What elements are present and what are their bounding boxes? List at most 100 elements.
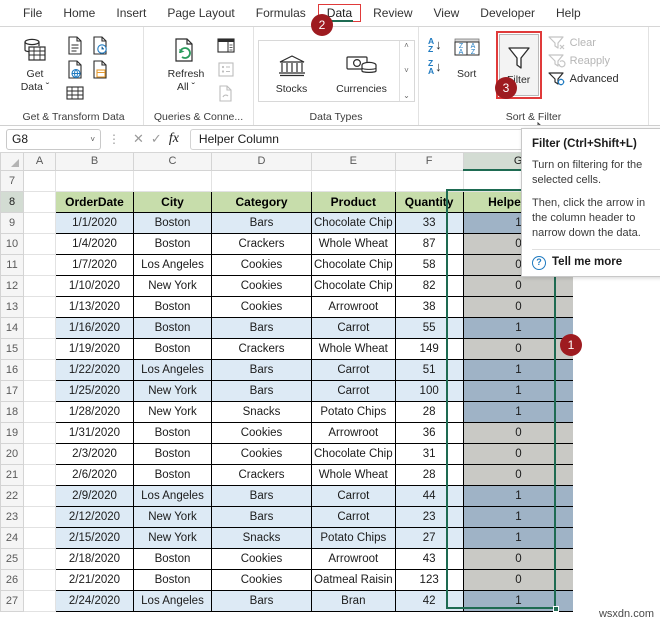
cell-B24[interactable]: 2/15/2020	[55, 526, 134, 549]
formula-bar-grip[interactable]: ⋮	[106, 132, 122, 146]
cell-B16[interactable]: 1/22/2020	[55, 358, 134, 381]
cell-D24[interactable]: Snacks	[211, 526, 312, 549]
cell-B10[interactable]: 1/4/2020	[55, 232, 134, 255]
cell-A15[interactable]	[23, 337, 56, 360]
row-header-27[interactable]: 27	[0, 589, 24, 612]
cell-F15[interactable]: 149	[394, 337, 464, 360]
cell-B13[interactable]: 1/13/2020	[55, 295, 134, 318]
cell-E14[interactable]: Carrot	[311, 316, 396, 339]
cell-A8[interactable]	[23, 190, 56, 213]
queries-and-connections-pane-button[interactable]	[215, 34, 237, 56]
data-types-scrollbar[interactable]: ˄ ˅ ⌄	[398, 41, 414, 101]
cell-B7[interactable]	[55, 169, 134, 192]
cell-C22[interactable]: Los Angeles	[133, 484, 212, 507]
cell-B17[interactable]: 1/25/2020	[55, 379, 134, 402]
cell-G16[interactable]: 1	[463, 358, 574, 381]
advanced-filter-button[interactable]: Advanced	[548, 71, 619, 86]
ribbon-tab-insert[interactable]: Insert	[107, 3, 155, 23]
cell-E23[interactable]: Carrot	[311, 505, 396, 528]
table-header-cell-C8[interactable]: City	[133, 190, 212, 213]
cell-E20[interactable]: Chocolate Chip	[311, 442, 396, 465]
row-header-16[interactable]: 16	[0, 358, 24, 381]
cell-D16[interactable]: Bars	[211, 358, 312, 381]
selection-fill-handle[interactable]	[553, 606, 559, 612]
cell-A25[interactable]	[23, 547, 56, 570]
cell-A18[interactable]	[23, 400, 56, 423]
cell-A16[interactable]	[23, 358, 56, 381]
row-header-20[interactable]: 20	[0, 442, 24, 465]
gallery-scroll-down-icon[interactable]: ˅	[404, 67, 409, 75]
cell-C18[interactable]: New York	[133, 400, 212, 423]
cell-C26[interactable]: Boston	[133, 568, 212, 591]
cell-B23[interactable]: 2/12/2020	[55, 505, 134, 528]
cell-E19[interactable]: Arrowroot	[311, 421, 396, 444]
cell-E17[interactable]: Carrot	[311, 379, 396, 402]
cell-D10[interactable]: Crackers	[211, 232, 312, 255]
cell-E9[interactable]: Chocolate Chip	[311, 211, 396, 234]
cell-E10[interactable]: Whole Wheat	[311, 232, 396, 255]
cell-G21[interactable]: 0	[463, 463, 574, 486]
cell-C23[interactable]: New York	[133, 505, 212, 528]
cell-E25[interactable]: Arrowroot	[311, 547, 396, 570]
ribbon-tab-page-layout[interactable]: Page Layout	[158, 3, 243, 23]
cell-A13[interactable]	[23, 295, 56, 318]
cell-F11[interactable]: 58	[394, 253, 464, 276]
gallery-more-icon[interactable]: ⌄	[403, 92, 410, 100]
cell-B18[interactable]: 1/28/2020	[55, 400, 134, 423]
clear-filter-button[interactable]: Clear	[548, 35, 619, 50]
cell-A20[interactable]	[23, 442, 56, 465]
properties-button[interactable]	[215, 58, 237, 80]
row-header-22[interactable]: 22	[0, 484, 24, 507]
cell-D11[interactable]: Cookies	[211, 253, 312, 276]
cell-C15[interactable]: Boston	[133, 337, 212, 360]
cell-D23[interactable]: Bars	[211, 505, 312, 528]
cell-F12[interactable]: 82	[394, 274, 464, 297]
row-header-12[interactable]: 12	[0, 274, 24, 297]
from-table-range-button[interactable]	[89, 58, 111, 80]
row-header-25[interactable]: 25	[0, 547, 24, 570]
cell-B9[interactable]: 1/1/2020	[55, 211, 134, 234]
select-all-corner[interactable]	[0, 153, 24, 171]
cell-C20[interactable]: Boston	[133, 442, 212, 465]
cell-F13[interactable]: 38	[394, 295, 464, 318]
column-header-A[interactable]: A	[23, 153, 56, 171]
cell-C16[interactable]: Los Angeles	[133, 358, 212, 381]
cell-F19[interactable]: 36	[394, 421, 464, 444]
cell-E7[interactable]	[311, 169, 396, 192]
cell-F14[interactable]: 55	[394, 316, 464, 339]
cell-A23[interactable]	[23, 505, 56, 528]
cell-A11[interactable]	[23, 253, 56, 276]
cell-C13[interactable]: Boston	[133, 295, 212, 318]
row-header-11[interactable]: 11	[0, 253, 24, 276]
cancel-icon[interactable]: ✕	[133, 131, 144, 147]
column-header-C[interactable]: C	[133, 153, 212, 171]
row-header-8[interactable]: 8	[0, 190, 24, 213]
table-header-cell-B8[interactable]: OrderDate	[55, 190, 134, 213]
cell-B15[interactable]: 1/19/2020	[55, 337, 134, 360]
cell-B11[interactable]: 1/7/2020	[55, 253, 134, 276]
sort-button[interactable]: Z A A Z Sort	[445, 31, 489, 81]
cell-G24[interactable]: 1	[463, 526, 574, 549]
cell-C7[interactable]	[133, 169, 212, 192]
cell-A9[interactable]	[23, 211, 56, 234]
cell-D18[interactable]: Snacks	[211, 400, 312, 423]
cell-F27[interactable]: 42	[394, 589, 464, 612]
cell-A22[interactable]	[23, 484, 56, 507]
ribbon-tab-view[interactable]: View	[425, 3, 469, 23]
row-header-17[interactable]: 17	[0, 379, 24, 402]
ribbon-tab-help[interactable]: Help	[547, 3, 590, 23]
cell-C21[interactable]: Boston	[133, 463, 212, 486]
cell-G14[interactable]: 1	[463, 316, 574, 339]
cell-A21[interactable]	[23, 463, 56, 486]
row-header-14[interactable]: 14	[0, 316, 24, 339]
cell-D22[interactable]: Bars	[211, 484, 312, 507]
cell-B27[interactable]: 2/24/2020	[55, 589, 134, 612]
cell-E22[interactable]: Carrot	[311, 484, 396, 507]
cell-C10[interactable]: Boston	[133, 232, 212, 255]
cell-G22[interactable]: 1	[463, 484, 574, 507]
cell-E12[interactable]: Chocolate Chip	[311, 274, 396, 297]
cell-D7[interactable]	[211, 169, 312, 192]
cell-E24[interactable]: Potato Chips	[311, 526, 396, 549]
table-header-cell-E8[interactable]: Product	[311, 190, 396, 213]
cell-F16[interactable]: 51	[394, 358, 464, 381]
